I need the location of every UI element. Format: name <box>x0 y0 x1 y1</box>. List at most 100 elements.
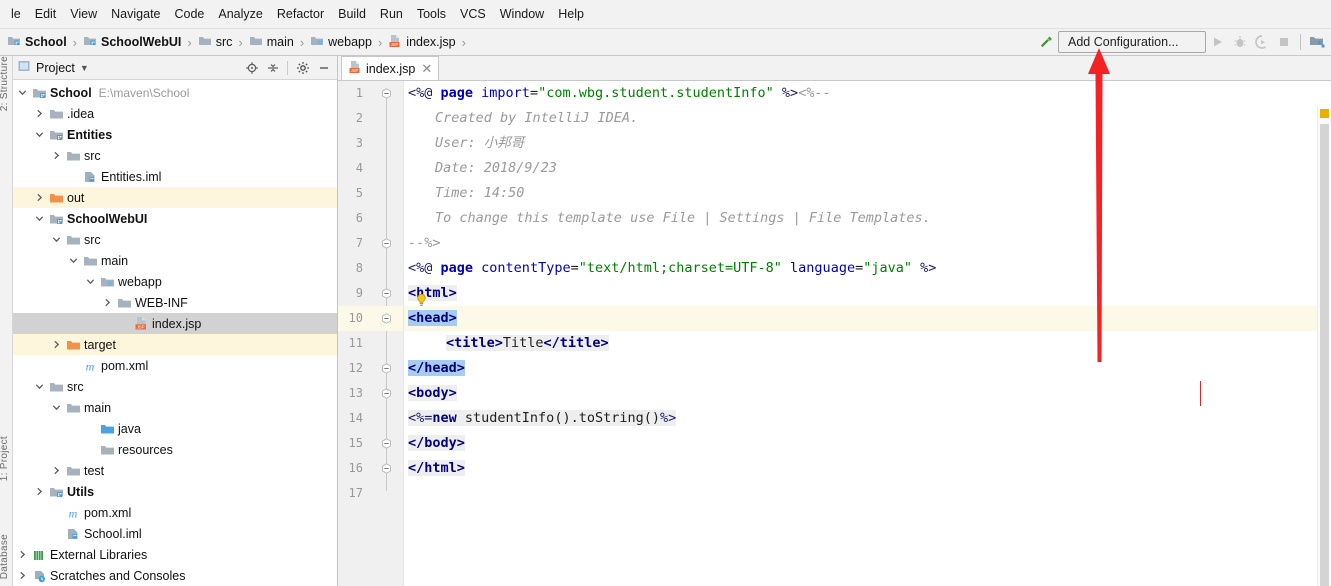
editor-tab-index-jsp[interactable]: JSP index.jsp ✕ <box>341 56 440 80</box>
chevron-down-icon[interactable] <box>15 88 30 97</box>
chevron-right-icon[interactable] <box>32 109 47 118</box>
chevron-down-icon[interactable] <box>32 130 47 139</box>
tree-item-label: School <box>50 85 92 100</box>
tree-item-target[interactable]: target <box>13 334 337 355</box>
tree-item-entities-iml[interactable]: Entities.iml <box>13 166 337 187</box>
breadcrumb-item-webapp[interactable]: webapp <box>307 32 375 52</box>
chevron-right-icon[interactable] <box>15 571 30 580</box>
tree-item-pom-xml[interactable]: m pom.xml <box>13 502 337 523</box>
tree-item-school[interactable]: School E:\maven\School <box>13 82 337 103</box>
menu-item-vcs[interactable]: VCS <box>453 4 493 24</box>
menu-item-navigate[interactable]: Navigate <box>104 4 167 24</box>
tree-item-school-iml[interactable]: School.iml <box>13 523 337 544</box>
settings-gear-icon[interactable] <box>293 58 312 77</box>
tool-window-tab-database[interactable]: Database <box>0 534 10 579</box>
stop-icon <box>1274 32 1294 52</box>
minimize-icon[interactable] <box>314 58 333 77</box>
tree-item-label: java <box>118 421 141 436</box>
tree-item-test[interactable]: test <box>13 460 337 481</box>
chevron-down-icon[interactable] <box>66 256 81 265</box>
text-caret <box>1200 381 1201 406</box>
tree-item-resources[interactable]: resources <box>13 439 337 460</box>
menu-item-run[interactable]: Run <box>373 4 410 24</box>
chevron-down-icon[interactable] <box>32 382 47 391</box>
collapse-all-icon[interactable] <box>263 58 282 77</box>
tool-window-tab-structure[interactable]: 2: Structure <box>0 56 10 111</box>
chevron-down-icon[interactable] <box>32 214 47 223</box>
tree-item-label: SchoolWebUI <box>67 211 148 226</box>
code-fold-toggle[interactable] <box>381 281 392 306</box>
warning-marker[interactable] <box>1320 109 1329 118</box>
gutter-row: 14 <box>338 406 403 431</box>
tree-item-index-jsp[interactable]: JSP index.jsp <box>13 313 337 334</box>
tree-item-src[interactable]: src <box>13 229 337 250</box>
chevron-right-icon[interactable] <box>49 340 64 349</box>
chevron-right-icon[interactable] <box>100 298 115 307</box>
tree-item-idea[interactable]: .idea <box>13 103 337 124</box>
menu-item-help[interactable]: Help <box>551 4 591 24</box>
chevron-right-icon[interactable] <box>32 487 47 496</box>
tool-window-tab-project[interactable]: 1: Project <box>0 436 10 481</box>
menu-item-edit[interactable]: Edit <box>28 4 64 24</box>
gutter-row: 1 <box>338 81 403 106</box>
breadcrumb-item-school[interactable]: School <box>4 32 70 52</box>
code-editor[interactable]: 1 2 3 4 5 6 7 8 9 10 11 12 13 14 15 16 17 <%@ page impor… <box>338 81 1331 586</box>
chevron-down-icon[interactable]: ▼ <box>80 63 89 73</box>
chevron-right-icon[interactable] <box>15 550 30 559</box>
menu-item-file[interactable]: le <box>4 4 28 24</box>
chevron-down-icon[interactable] <box>49 403 64 412</box>
tree-item-src[interactable]: src <box>13 376 337 397</box>
breadcrumb-item-main[interactable]: main <box>246 32 297 52</box>
editor-tab-bar: JSP index.jsp ✕ <box>338 56 1331 81</box>
tree-item-java[interactable]: java <box>13 418 337 439</box>
code-fold-toggle[interactable] <box>381 81 392 106</box>
editor-vertical-scrollbar[interactable] <box>1320 124 1329 586</box>
tree-item-main[interactable]: main <box>13 250 337 271</box>
menu-item-tools[interactable]: Tools <box>410 4 453 24</box>
tree-item-label: src <box>84 148 101 163</box>
debug-icon <box>1230 32 1250 52</box>
tree-item-scratches-and-consoles[interactable]: Scratches and Consoles <box>13 565 337 586</box>
menu-item-build[interactable]: Build <box>331 4 373 24</box>
locate-icon[interactable] <box>242 58 261 77</box>
editor-marker-bar[interactable] <box>1317 106 1331 586</box>
tree-item-utils[interactable]: Utils <box>13 481 337 502</box>
breadcrumb-item-src[interactable]: src <box>195 32 236 52</box>
code-content[interactable]: <%@ page import="com.wbg.student.student… <box>404 81 1317 586</box>
menu-item-view[interactable]: View <box>63 4 104 24</box>
code-fold-toggle[interactable] <box>381 356 392 381</box>
chevron-down-icon[interactable] <box>49 235 64 244</box>
tree-item-pom-xml[interactable]: m pom.xml <box>13 355 337 376</box>
menu-item-window[interactable]: Window <box>493 4 551 24</box>
tree-item-schoolwebui[interactable]: SchoolWebUI <box>13 208 337 229</box>
menu-item-code[interactable]: Code <box>168 4 212 24</box>
menu-item-refactor[interactable]: Refactor <box>270 4 331 24</box>
menu-item-analyze[interactable]: Analyze <box>211 4 269 24</box>
chevron-right-icon[interactable] <box>32 193 47 202</box>
close-icon[interactable]: ✕ <box>421 62 432 75</box>
breadcrumb-label: index.jsp <box>406 35 456 49</box>
breadcrumb-item-index-jsp[interactable]: JSP index.jsp <box>385 32 458 53</box>
chevron-down-icon[interactable] <box>83 277 98 286</box>
hammer-icon[interactable] <box>1036 32 1056 52</box>
project-structure-icon[interactable] <box>1307 32 1327 52</box>
line-number: 2 <box>355 111 363 125</box>
code-fold-toggle[interactable] <box>381 431 392 456</box>
code-line-9: <html> <box>404 281 1317 306</box>
tree-item-main[interactable]: main <box>13 397 337 418</box>
tree-item-web-inf[interactable]: WEB-INF <box>13 292 337 313</box>
tree-item-src[interactable]: src <box>13 145 337 166</box>
chevron-right-icon[interactable] <box>49 151 64 160</box>
tree-item-external-libraries[interactable]: External Libraries <box>13 544 337 565</box>
tree-item-webapp[interactable]: webapp <box>13 271 337 292</box>
code-fold-toggle[interactable] <box>381 231 392 256</box>
chevron-right-icon[interactable] <box>49 466 64 475</box>
code-fold-toggle[interactable] <box>381 456 392 481</box>
tree-item-entities[interactable]: Entities <box>13 124 337 145</box>
editor-gutter[interactable]: 1 2 3 4 5 6 7 8 9 10 11 12 13 14 15 16 17 <box>338 81 404 586</box>
code-fold-toggle[interactable] <box>381 381 392 406</box>
breadcrumb-item-schoolwebui[interactable]: SchoolWebUI <box>80 32 184 52</box>
add-configuration-button[interactable]: Add Configuration... <box>1058 31 1206 53</box>
code-fold-toggle[interactable] <box>381 306 392 331</box>
tree-item-out[interactable]: out <box>13 187 337 208</box>
